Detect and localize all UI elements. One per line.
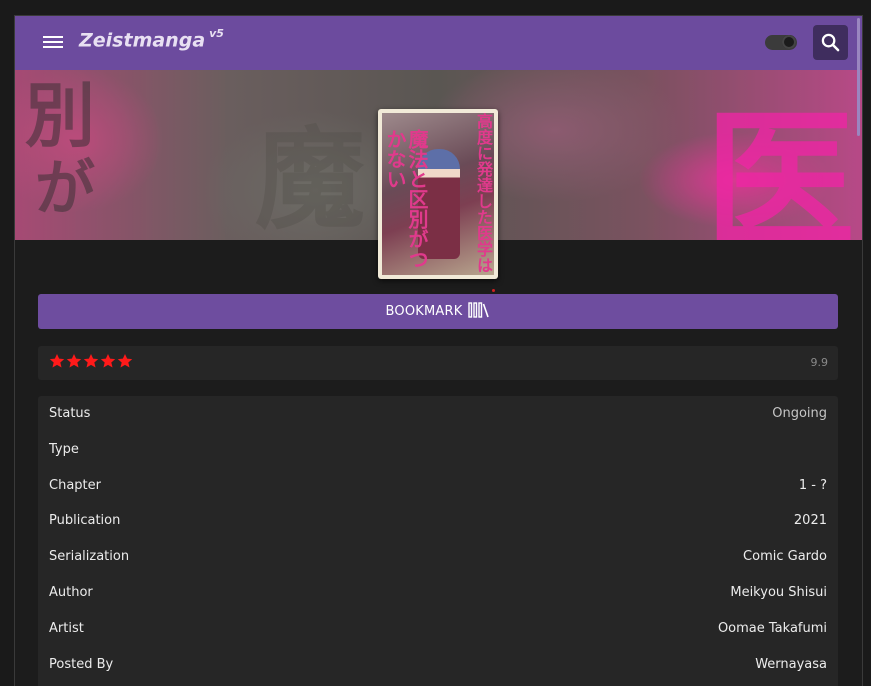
detail-label: Author bbox=[49, 585, 93, 600]
rating-stars bbox=[49, 353, 134, 369]
detail-row: Type bbox=[38, 432, 838, 468]
top-navbar: Zeistmanga v5 bbox=[15, 16, 862, 70]
detail-label: Artist bbox=[49, 620, 84, 636]
search-button[interactable] bbox=[813, 25, 848, 60]
detail-row: Status Ongoing bbox=[38, 396, 838, 432]
star-icon bbox=[100, 354, 116, 368]
banner-decor-glyph: が bbox=[35, 154, 95, 224]
detail-label: Posted By bbox=[49, 656, 114, 672]
search-icon bbox=[821, 33, 840, 52]
detail-value[interactable]: Meikyou Shisui bbox=[730, 585, 827, 600]
detail-value[interactable]: Comic Gardo bbox=[743, 549, 827, 564]
detail-value: 1 - ? bbox=[798, 477, 827, 493]
detail-value: Wernayasa bbox=[755, 656, 827, 672]
scrollbar-thumb[interactable] bbox=[857, 18, 860, 136]
detail-label: Publication bbox=[49, 513, 121, 529]
detail-value: 2021 bbox=[793, 513, 827, 529]
cover-title-right: 高度に発達した医学は bbox=[474, 113, 493, 273]
hamburger-menu-icon[interactable] bbox=[43, 33, 63, 53]
star-icon bbox=[49, 354, 65, 368]
manga-details-table: Status Ongoing Type Chapter 1 - ? Publication… bbox=[38, 396, 838, 686]
detail-row: Author Meikyou Shisui bbox=[38, 575, 838, 611]
brand-version: v5 bbox=[209, 27, 224, 40]
star-icon bbox=[66, 354, 82, 368]
detail-value[interactable]: Oomae Takafumi bbox=[718, 621, 827, 636]
detail-row: Artist Oomae Takafumi bbox=[38, 611, 838, 647]
banner-decor-glyph: 魔 bbox=[255, 115, 365, 240]
banner-decor-glyph: 医 bbox=[705, 93, 856, 240]
books-icon bbox=[468, 301, 490, 323]
detail-value: Ongoing bbox=[772, 406, 827, 421]
page-frame: Zeistmanga v5 別 が 医 魔 高度に発達した医学は 魔法と区別がつか… bbox=[14, 15, 863, 686]
brand-name[interactable]: Zeistmanga bbox=[79, 29, 205, 51]
toggle-knob bbox=[782, 35, 796, 49]
detail-row: Publication 2021 bbox=[38, 503, 838, 539]
theme-toggle-icon[interactable] bbox=[765, 35, 797, 50]
bookmark-label: BOOKMARK bbox=[385, 304, 463, 319]
detail-row: Posted By Wernayasa bbox=[38, 647, 838, 683]
rating-panel: 9.9 bbox=[38, 346, 838, 380]
cover-title-left: 魔法と区別がつかない bbox=[383, 129, 429, 269]
detail-label: Chapter bbox=[49, 477, 101, 493]
star-icon bbox=[83, 354, 99, 368]
detail-row: Serialization Comic Gardo bbox=[38, 539, 838, 575]
detail-label: Serialization bbox=[49, 549, 130, 565]
rating-value: 9.9 bbox=[810, 356, 829, 369]
indicator-dot bbox=[492, 289, 495, 292]
detail-row: Chapter 1 - ? bbox=[38, 468, 838, 504]
manga-cover-image[interactable]: 高度に発達した医学は 魔法と区別がつかない bbox=[378, 109, 498, 279]
star-icon bbox=[117, 354, 133, 368]
detail-label: Status bbox=[49, 406, 91, 421]
bookmark-button[interactable]: BOOKMARK bbox=[38, 294, 838, 329]
detail-label: Type bbox=[49, 441, 79, 457]
site-logo[interactable]: Zeistmanga v5 bbox=[79, 27, 224, 51]
